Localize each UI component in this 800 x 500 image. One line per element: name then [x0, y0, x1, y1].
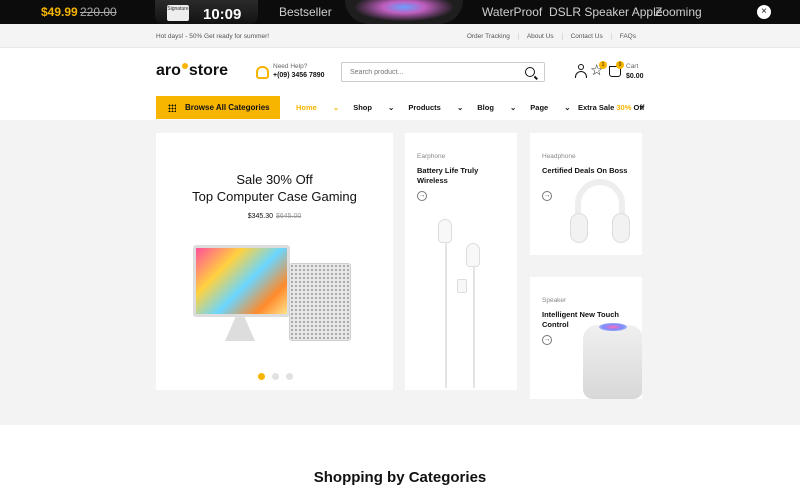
nav-blog-label: Blog — [477, 103, 494, 112]
headphone-title: Certified Deals On Boss — [542, 166, 628, 175]
speaker-image — [345, 0, 463, 24]
earbud-wire-left — [445, 242, 447, 388]
slider-dot-3[interactable] — [286, 373, 293, 380]
cart-total: $0.00 — [626, 73, 644, 80]
monitor-stand — [225, 317, 255, 341]
earphone-category: Earphone — [417, 153, 446, 160]
promo-old-price: 220.00 — [80, 5, 117, 19]
computer-tower-image — [289, 263, 351, 341]
arrow-right-icon[interactable]: → — [417, 191, 427, 201]
hero-banner[interactable]: Sale 30% Off Top Computer Case Gaming $3… — [156, 133, 393, 390]
extra-sale-prefix: Extra Sale — [578, 103, 615, 112]
headset-icon — [256, 66, 269, 79]
nav-products-label: Products — [408, 103, 441, 112]
help-phone[interactable]: +(09) 3456 7890 — [273, 72, 325, 79]
earphone-title: Battery Life Truly Wireless — [417, 166, 479, 185]
browse-categories-label: Browse All Categories — [185, 103, 270, 112]
contact-us-link[interactable]: Contact Us — [561, 33, 611, 40]
watch-image: Signature 10:09 — [155, 0, 258, 24]
lightning-plug-image — [457, 279, 467, 293]
slider-dots — [258, 373, 293, 380]
promo-keyword-waterproof: WaterProof — [482, 5, 543, 19]
nav-page-label: Page — [530, 103, 549, 112]
hero-old-price: $645.00 — [276, 213, 302, 220]
top-links: Order Tracking About Us Contact Us FAQs — [459, 33, 644, 40]
section-title: Shopping by Categories — [313, 469, 487, 486]
watch-tag: Signature — [167, 5, 189, 21]
notice-bar: Hot days! - 50% Get ready for summer! Or… — [0, 24, 800, 48]
cart-count-badge: 0 — [616, 61, 624, 69]
arrow-right-icon[interactable]: → — [542, 191, 552, 201]
logo-text-left: aro — [156, 62, 181, 79]
nav-item-home[interactable]: Home ⌄ — [296, 103, 339, 112]
slider-dot-2[interactable] — [272, 373, 279, 380]
chevron-right-icon[interactable]: › — [640, 102, 643, 112]
search-bar — [341, 62, 545, 82]
hero-price: $345.30 $645.00 — [156, 213, 393, 220]
nav-home-label: Home — [296, 103, 317, 112]
cart-label: Cart — [626, 63, 639, 70]
earbud-right-image — [466, 243, 480, 267]
nav-item-products[interactable]: Products ⌄ — [408, 103, 463, 112]
headphones-image — [570, 179, 630, 249]
promo-keyword-bestseller: Bestseller — [279, 5, 332, 19]
hero-title-line2: Top Computer Case Gaming — [192, 189, 357, 204]
earphone-card[interactable]: Earphone Battery Life Truly Wireless → — [405, 133, 517, 390]
promo-price: $49.99 — [41, 5, 78, 19]
promo-banner[interactable]: $49.99 220.00 Signature 10:09 Bestseller… — [0, 0, 800, 24]
help-label: Need Help? — [273, 63, 308, 70]
nav-item-shop[interactable]: Shop ⌄ — [353, 103, 394, 112]
promo-keyword-dslr: DSLR Speaker Apple — [549, 5, 663, 19]
speaker-card[interactable]: Speaker Intelligent New Touch Control → — [530, 277, 642, 399]
headphone-card[interactable]: Headphone Certified Deals On Boss → — [530, 133, 642, 255]
watch-time: 10:09 — [203, 6, 242, 23]
wishlist-count-badge: 1 — [599, 61, 607, 69]
promo-keyword-zooming: Zooming — [655, 5, 702, 19]
slider-dot-1[interactable] — [258, 373, 265, 380]
site-logo[interactable]: aro store — [156, 62, 228, 80]
hero-current-price: $345.30 — [247, 213, 273, 220]
extra-sale-link[interactable]: Extra Sale 30% Off — [578, 103, 644, 112]
hero-title-line1: Sale 30% Off — [236, 172, 313, 187]
faqs-link[interactable]: FAQs — [610, 33, 644, 40]
headphone-category: Headphone — [542, 153, 576, 160]
nav-shop-label: Shop — [353, 103, 372, 112]
about-us-link[interactable]: About Us — [517, 33, 562, 40]
extra-sale-percent: 30% — [616, 103, 632, 112]
earbud-wire-right — [473, 266, 475, 388]
search-input[interactable] — [350, 66, 510, 79]
order-tracking-link[interactable]: Order Tracking — [459, 33, 518, 40]
nav-item-page[interactable]: Page ⌄ — [530, 103, 570, 112]
browse-categories-button[interactable]: Browse All Categories — [156, 96, 280, 119]
arrow-right-icon[interactable]: → — [542, 335, 552, 345]
grid-icon — [168, 103, 176, 112]
monitor-image — [193, 245, 290, 317]
notice-message: Hot days! - 50% Get ready for summer! — [156, 33, 270, 40]
hero-section — [0, 120, 800, 425]
logo-text-right: store — [188, 62, 229, 79]
smart-speaker-image — [583, 323, 642, 399]
earbud-left-image — [438, 219, 452, 243]
nav-item-blog[interactable]: Blog ⌄ — [477, 103, 516, 112]
search-icon[interactable] — [525, 67, 535, 77]
speaker-category: Speaker — [542, 297, 567, 304]
main-nav: Home ⌄ Shop ⌄ Products ⌄ Blog ⌄ Page ⌄ — [296, 103, 585, 112]
logo-dot — [181, 63, 188, 69]
user-icon[interactable] — [575, 64, 587, 78]
close-icon[interactable]: × — [757, 5, 771, 19]
